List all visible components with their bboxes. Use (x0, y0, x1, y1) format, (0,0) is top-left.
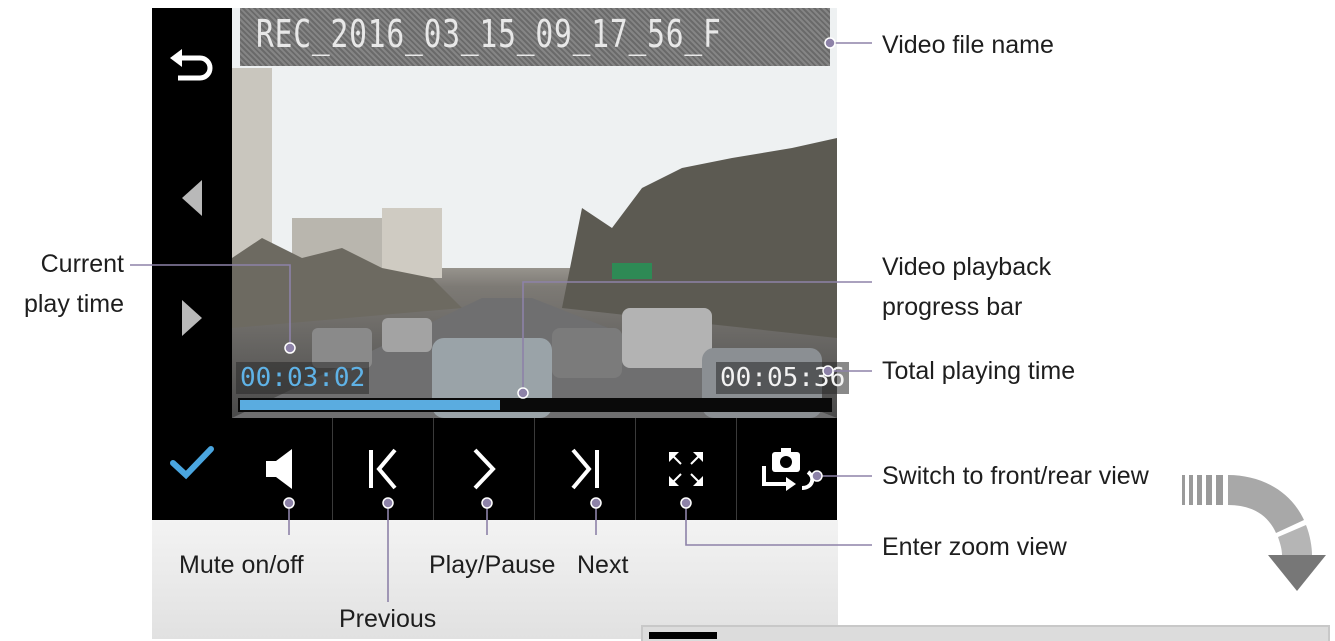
label-previous: Previous (339, 605, 437, 633)
label-total-playing-time: Total playing time (882, 357, 1076, 385)
label-switch-view: Switch to front/rear view (882, 462, 1149, 490)
curved-arrow-icon (1182, 475, 1326, 591)
label-mute: Mute on/off (179, 551, 304, 579)
label-zoom-view: Enter zoom view (882, 533, 1067, 561)
next-screen-preview-sidebar (649, 632, 717, 639)
annotation-lines (130, 37, 872, 602)
label-current-play-time-line1: Current (40, 250, 124, 278)
label-current-play-time-line2: play time (23, 290, 124, 318)
label-next: Next (577, 551, 629, 579)
label-progress-bar-line1: Video playback (882, 253, 1052, 281)
label-progress-bar-line2: progress bar (882, 293, 1023, 321)
label-play-pause: Play/Pause (429, 551, 556, 579)
label-video-file-name: Video file name (882, 31, 1054, 59)
